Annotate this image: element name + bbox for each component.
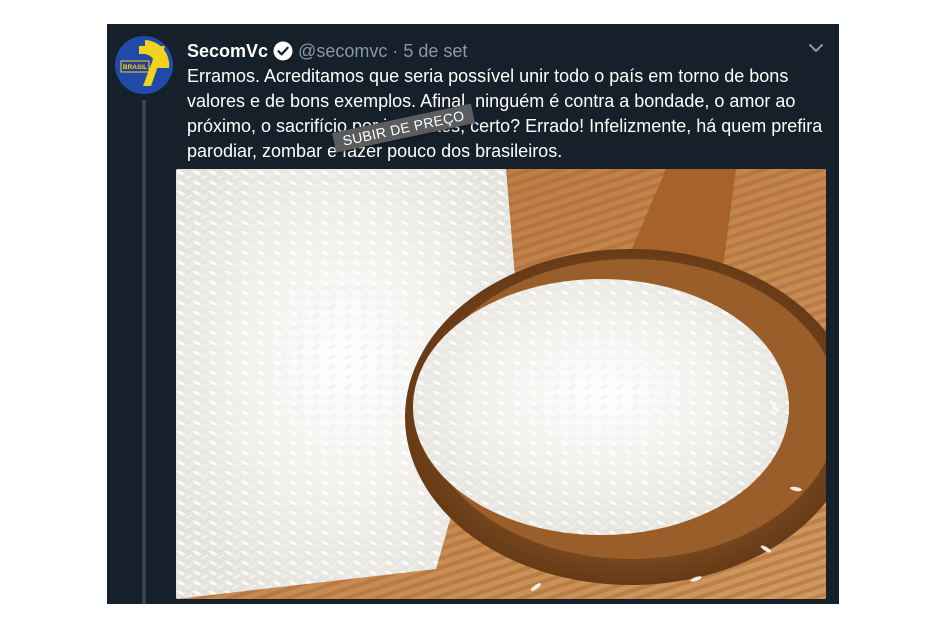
header-separator: · <box>392 40 399 61</box>
author-handle[interactable]: @secomvc <box>298 41 387 62</box>
avatar-logo-icon: BRASIL <box>115 36 173 94</box>
thread-line <box>142 100 146 604</box>
verified-badge-icon <box>273 41 293 61</box>
tweet-media-photo[interactable] <box>176 169 826 599</box>
tweet-header: SecomVc @secomvc · 5 de set <box>187 39 467 63</box>
avatar-text: BRASIL <box>123 64 147 71</box>
chevron-down-icon[interactable] <box>807 39 825 57</box>
tweet-text: Erramos. Acreditamos que seria possível … <box>187 66 823 161</box>
tweet-card[interactable]: BRASIL SecomVc @secomvc · 5 de set Erram… <box>107 24 839 604</box>
tweet-date[interactable]: 5 de set <box>403 41 467 62</box>
rice-spoon-image <box>176 169 826 599</box>
avatar[interactable]: BRASIL <box>115 36 173 94</box>
author-name[interactable]: SecomVc <box>187 41 268 62</box>
